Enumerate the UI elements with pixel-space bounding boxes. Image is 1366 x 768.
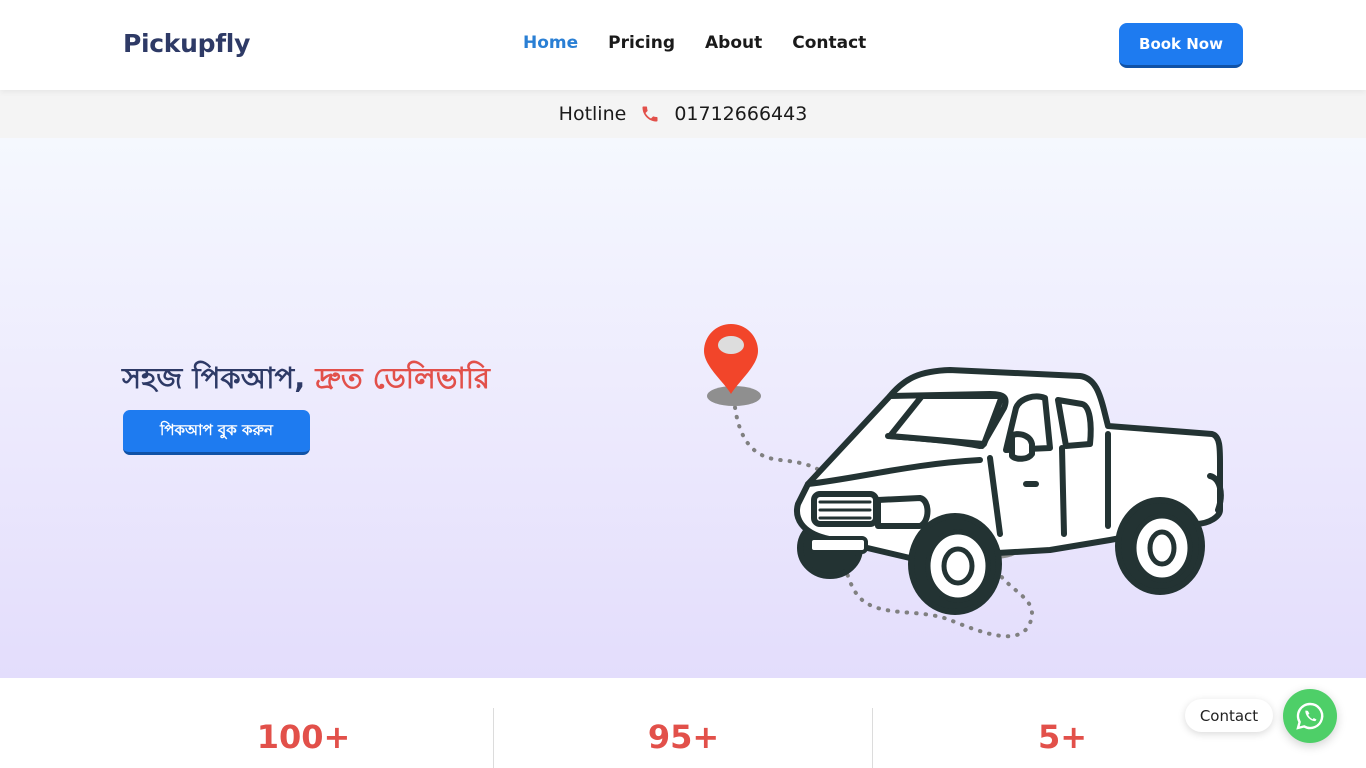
whatsapp-icon: [1296, 702, 1324, 730]
hero-section: সহজ পিকআপ, দ্রুত ডেলিভারি পিকআপ বুক করুন: [0, 138, 1366, 678]
hotline-label: Hotline: [558, 103, 627, 125]
nav-about-link[interactable]: About: [705, 33, 762, 53]
stats-section: 100+ 95+ 5+: [0, 678, 1366, 768]
main-nav: Home Pricing About Contact: [523, 33, 866, 53]
hotline-bar: Hotline 01712666443: [0, 90, 1366, 138]
phone-icon: [640, 104, 660, 124]
pickup-truck-illustration: [704, 324, 1224, 639]
location-pin-icon: [704, 324, 761, 406]
nav-home-link[interactable]: Home: [523, 33, 578, 53]
navbar: Pickupfly Home Pricing About Contact Boo…: [0, 0, 1366, 90]
hero-title: সহজ পিকআপ, দ্রুত ডেলিভারি: [122, 356, 490, 405]
brand-logo[interactable]: Pickupfly: [123, 29, 250, 58]
stat-item: 95+: [494, 678, 873, 768]
book-pickup-button[interactable]: পিকআপ বুক করুন: [123, 410, 310, 455]
whatsapp-button[interactable]: [1283, 689, 1337, 743]
stat-item: 100+: [114, 678, 493, 768]
truck-icon: [794, 367, 1224, 615]
floating-contact-label[interactable]: Contact: [1185, 699, 1273, 732]
nav-contact-link[interactable]: Contact: [792, 33, 866, 53]
nav-pricing-link[interactable]: Pricing: [608, 33, 675, 53]
hero-title-accent: দ্রুত ডেলিভারি: [315, 361, 490, 395]
hotline-number[interactable]: 01712666443: [674, 103, 807, 125]
book-now-button[interactable]: Book Now: [1119, 23, 1243, 68]
hero-title-main: সহজ পিকআপ,: [122, 361, 306, 395]
stat-value: 100+: [256, 718, 351, 756]
stat-value: 95+: [647, 718, 720, 756]
